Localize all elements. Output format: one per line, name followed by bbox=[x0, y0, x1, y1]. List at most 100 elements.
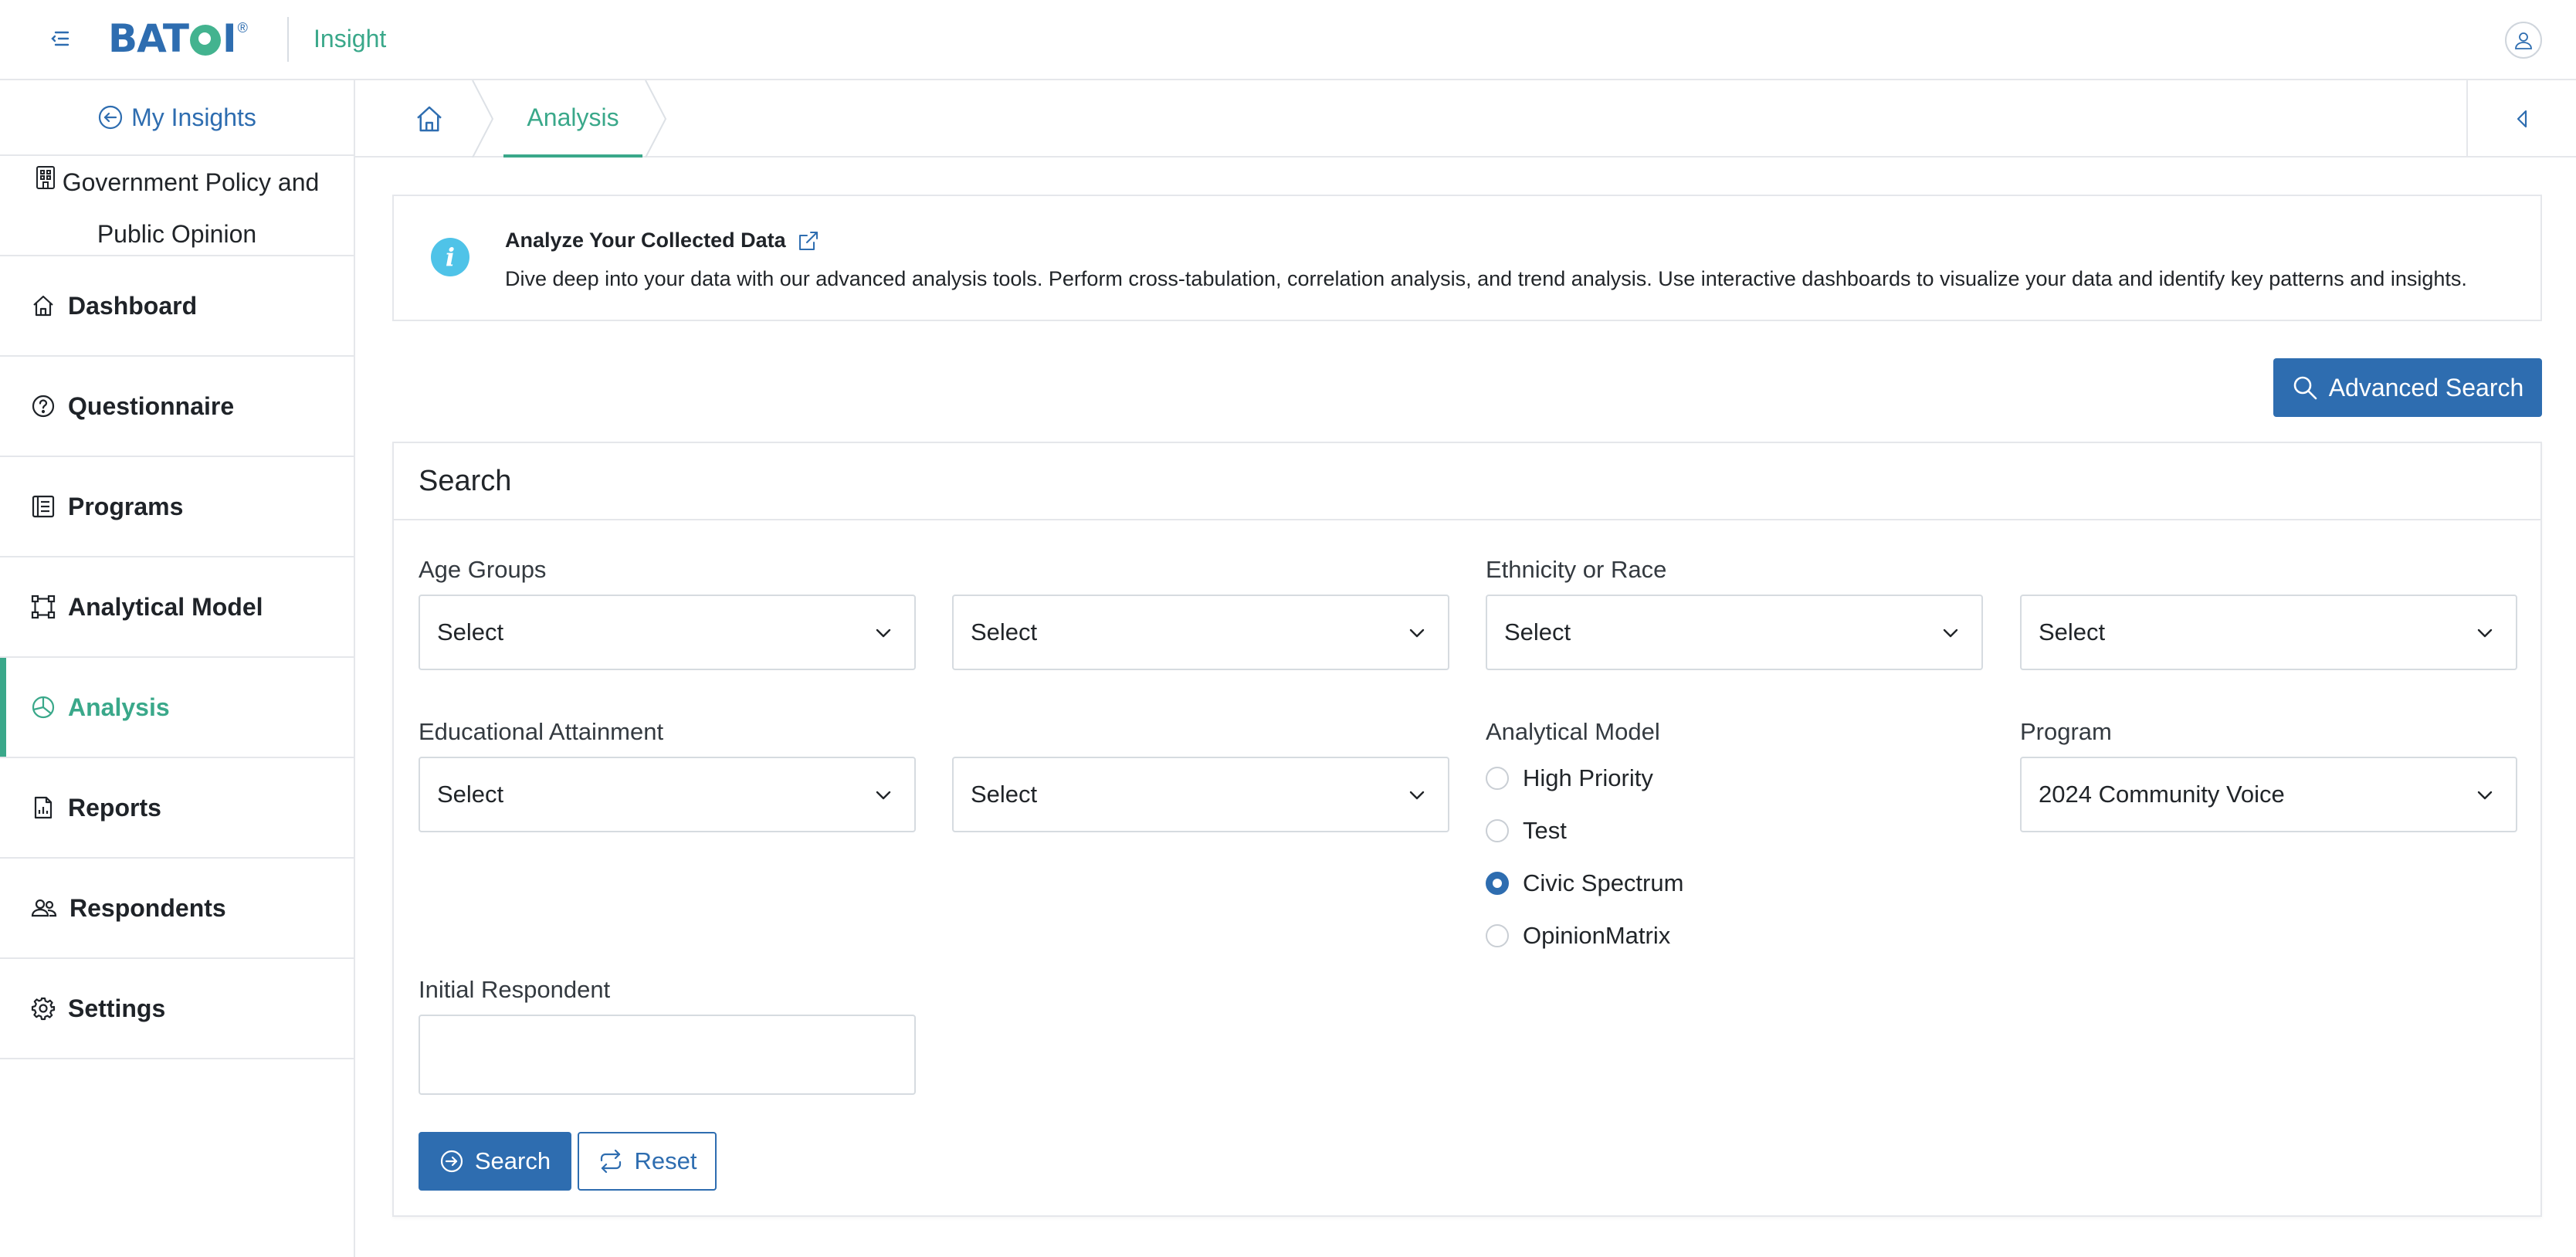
breadcrumb-home-icon[interactable] bbox=[414, 103, 445, 134]
select-value: Select bbox=[437, 618, 504, 645]
logo-text: BAT bbox=[108, 16, 189, 61]
file-chart-icon bbox=[34, 796, 53, 819]
radio-button[interactable] bbox=[1486, 819, 1509, 842]
ethnicity-select-1[interactable]: Select bbox=[1486, 595, 1983, 670]
chevron-down-icon bbox=[1409, 791, 1425, 800]
select-value: Select bbox=[1504, 618, 1571, 645]
analytical-model-option-test[interactable]: Test bbox=[1486, 817, 1567, 845]
analytical-model-option-opinionmatrix[interactable]: OpinionMatrix bbox=[1486, 922, 1670, 950]
radio-button[interactable] bbox=[1486, 767, 1509, 790]
ethnicity-label: Ethnicity or Race bbox=[1486, 556, 1667, 583]
analytical-model-option-civic-spectrum[interactable]: Civic Spectrum bbox=[1486, 869, 1683, 897]
chevron-down-icon bbox=[2477, 791, 2493, 800]
select-value: 2024 Community Voice bbox=[2039, 781, 2285, 808]
list-icon bbox=[32, 495, 55, 518]
select-value: Select bbox=[971, 781, 1038, 808]
select-value: Select bbox=[2039, 618, 2106, 645]
bounding-box-icon bbox=[31, 595, 56, 619]
select-value: Select bbox=[971, 618, 1038, 645]
search-button[interactable]: Search bbox=[419, 1132, 571, 1191]
sidebar-item-settings[interactable]: Settings bbox=[0, 959, 354, 1059]
ethnicity-select-2[interactable]: Select bbox=[2020, 595, 2517, 670]
info-card: i Analyze Your Collected Data Dive deep … bbox=[392, 195, 2542, 321]
sidebar-item-label: Dashboard bbox=[68, 291, 198, 320]
search-panel: Search Age Groups Ethnicity or Race Sele… bbox=[392, 442, 2542, 1217]
user-menu-button[interactable] bbox=[2505, 22, 2542, 59]
top-header: BAT I ® Insight bbox=[0, 0, 2576, 80]
advanced-search-button[interactable]: Advanced Search bbox=[2273, 358, 2542, 417]
sidebar-item-analytical-model[interactable]: Analytical Model bbox=[0, 557, 354, 658]
search-panel-title: Search bbox=[419, 465, 512, 497]
project-title-line1: Government Policy and bbox=[62, 168, 320, 196]
info-description: Dive deep into your data with our advanc… bbox=[505, 267, 2467, 290]
logo-suffix: I bbox=[222, 16, 237, 61]
sidebar-item-analysis[interactable]: Analysis bbox=[0, 658, 354, 758]
sidebar-item-label: Reports bbox=[68, 793, 161, 822]
search-icon bbox=[2293, 376, 2317, 400]
project-title: Government Policy and Public Opinion bbox=[0, 156, 354, 256]
breadcrumb-separator-icon bbox=[472, 80, 494, 158]
collapse-panel-button[interactable] bbox=[2466, 80, 2576, 158]
sidebar-item-respondents[interactable]: Respondents bbox=[0, 859, 354, 959]
caret-left-icon bbox=[2517, 110, 2527, 128]
select-value: Select bbox=[437, 781, 504, 808]
repeat-icon bbox=[600, 1150, 621, 1173]
education-select-1[interactable]: Select bbox=[419, 757, 916, 832]
info-icon: i bbox=[431, 238, 469, 276]
building-icon bbox=[35, 157, 56, 206]
project-title-line2: Public Opinion bbox=[97, 219, 257, 248]
chevron-down-icon bbox=[2477, 628, 2493, 638]
reset-button-label: Reset bbox=[634, 1147, 697, 1174]
sidebar-item-label: Analysis bbox=[68, 693, 170, 721]
sidebar-item-label: Questionnaire bbox=[68, 391, 235, 420]
radio-button-selected[interactable] bbox=[1486, 872, 1509, 895]
info-title: Analyze Your Collected Data bbox=[505, 229, 820, 252]
logo-o-mark bbox=[190, 25, 222, 56]
my-insights-label: My Insights bbox=[131, 103, 256, 131]
user-icon bbox=[2515, 32, 2532, 49]
sidebar-item-programs[interactable]: Programs bbox=[0, 457, 354, 557]
chevron-down-icon bbox=[1943, 628, 1958, 638]
education-select-2[interactable]: Select bbox=[952, 757, 1449, 832]
age-group-from-select[interactable]: Select bbox=[419, 595, 916, 670]
initial-respondent-input[interactable] bbox=[419, 1015, 916, 1095]
arrow-right-circle-icon bbox=[440, 1150, 463, 1173]
chevron-down-icon bbox=[876, 628, 891, 638]
education-label: Educational Attainment bbox=[419, 718, 664, 745]
program-label: Program bbox=[2020, 718, 2112, 745]
external-link-icon[interactable] bbox=[797, 229, 820, 252]
radio-label: High Priority bbox=[1523, 764, 1653, 791]
age-group-to-select[interactable]: Select bbox=[952, 595, 1449, 670]
sidebar-item-reports[interactable]: Reports bbox=[0, 758, 354, 859]
advanced-search-label: Advanced Search bbox=[2328, 373, 2524, 401]
my-insights-link[interactable]: My Insights bbox=[0, 80, 354, 156]
radio-label: Civic Spectrum bbox=[1523, 869, 1684, 896]
back-arrow-circle-icon bbox=[98, 105, 123, 130]
analytical-model-option-high-priority[interactable]: High Priority bbox=[1486, 764, 1653, 792]
reset-button[interactable]: Reset bbox=[578, 1132, 717, 1191]
sidebar-item-label: Programs bbox=[68, 492, 184, 520]
radio-label: Test bbox=[1523, 817, 1567, 844]
radio-label: OpinionMatrix bbox=[1523, 922, 1671, 949]
sidebar: My Insights Government Policy and Public… bbox=[0, 80, 355, 1257]
age-groups-label: Age Groups bbox=[419, 556, 547, 583]
breadcrumb: Analysis bbox=[355, 80, 2576, 158]
chevron-down-icon bbox=[876, 791, 891, 800]
gear-icon bbox=[31, 997, 56, 1021]
logo-divider bbox=[287, 17, 289, 62]
pie-chart-icon bbox=[32, 696, 55, 719]
initial-respondent-label: Initial Respondent bbox=[419, 976, 611, 1003]
sidebar-item-dashboard[interactable]: Dashboard bbox=[0, 256, 354, 357]
program-select[interactable]: 2024 Community Voice bbox=[2020, 757, 2517, 832]
breadcrumb-current[interactable]: Analysis bbox=[503, 80, 642, 158]
people-icon bbox=[31, 899, 57, 917]
sidebar-item-label: Settings bbox=[68, 994, 166, 1022]
home-icon bbox=[33, 295, 53, 317]
sidebar-item-questionnaire[interactable]: Questionnaire bbox=[0, 357, 354, 457]
menu-toggle-icon[interactable] bbox=[48, 26, 73, 51]
sidebar-nav: Dashboard Questionnaire Programs Analyti… bbox=[0, 256, 354, 1059]
chevron-down-icon bbox=[1409, 628, 1425, 638]
radio-button[interactable] bbox=[1486, 924, 1509, 947]
sidebar-item-label: Respondents bbox=[69, 893, 226, 922]
batoi-logo[interactable]: BAT I ® bbox=[108, 15, 248, 62]
